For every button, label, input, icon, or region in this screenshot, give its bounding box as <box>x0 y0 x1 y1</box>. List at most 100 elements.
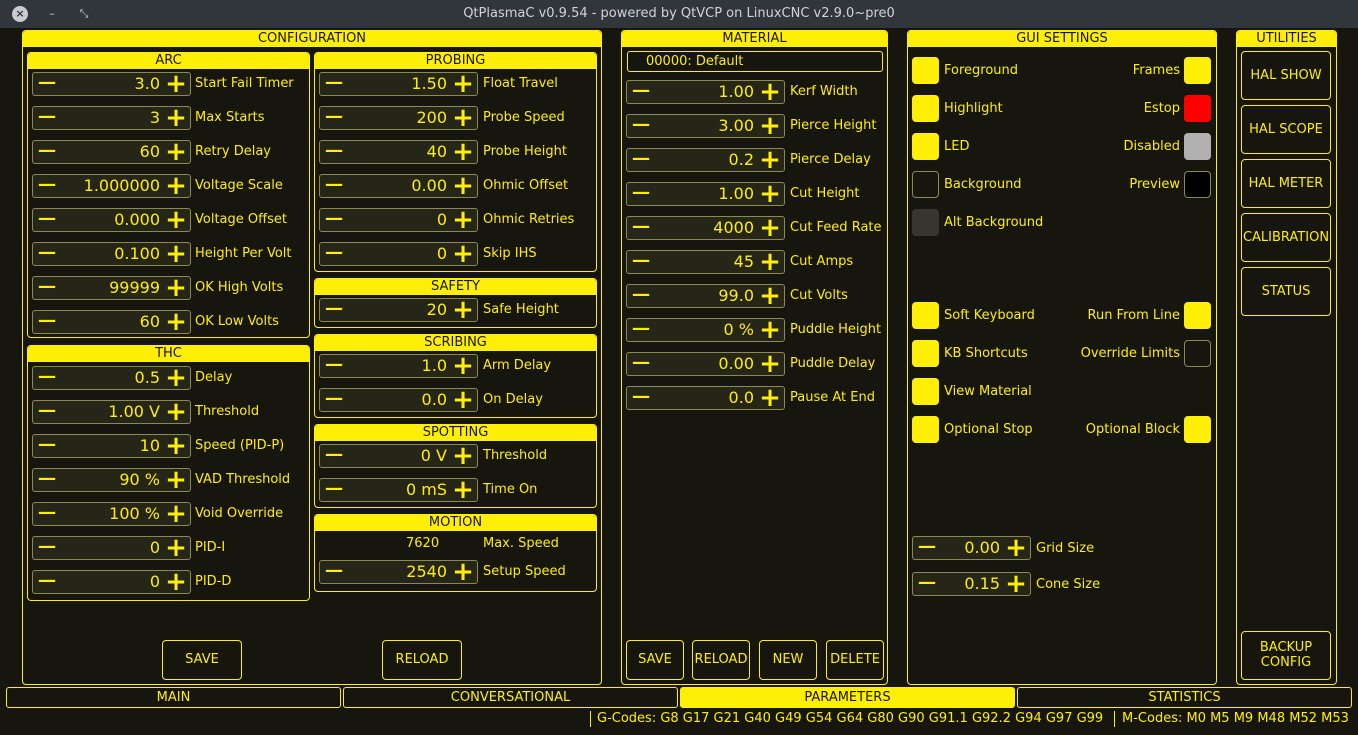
on-delay-spinbox[interactable]: −0.0 + <box>319 386 478 413</box>
minus-icon[interactable]: − <box>913 570 941 596</box>
speed-pid-p-spinbox[interactable]: −10 + <box>32 432 191 459</box>
kerf-width-value[interactable]: 1.00 <box>655 81 754 103</box>
plus-icon[interactable]: + <box>449 297 477 323</box>
ok-high-volts-spinbox[interactable]: −99999 + <box>32 274 191 301</box>
pause-at-end-spinbox[interactable]: −0.0 + <box>626 384 785 411</box>
alt-background-color-button[interactable] <box>912 209 939 236</box>
minus-icon[interactable]: − <box>33 206 61 232</box>
plus-icon[interactable]: + <box>162 467 190 493</box>
material-save-button[interactable]: SAVE <box>626 640 684 680</box>
estop-color-button[interactable] <box>1184 95 1211 122</box>
tab-conversational[interactable]: CONVERSATIONAL <box>343 687 678 708</box>
minus-icon[interactable]: − <box>320 476 348 502</box>
plus-icon[interactable]: + <box>449 173 477 199</box>
kb-shortcuts-checkbox[interactable] <box>912 340 939 367</box>
minus-icon[interactable]: − <box>320 352 348 378</box>
minus-icon[interactable]: − <box>913 534 941 560</box>
vad-threshold-spinbox[interactable]: −90 % + <box>32 466 191 493</box>
start-fail-timer-spinbox[interactable]: −3.0 + <box>32 70 191 97</box>
ok-low-volts-spinbox[interactable]: −60 + <box>32 308 191 335</box>
plus-icon[interactable]: + <box>756 215 784 241</box>
void-override-spinbox[interactable]: −100 % + <box>32 500 191 527</box>
retry-delay-value[interactable]: 60 <box>61 141 160 163</box>
cut-volts-value[interactable]: 99.0 <box>655 285 754 307</box>
hal-show-button[interactable]: HAL SHOW <box>1241 51 1331 100</box>
minus-icon[interactable]: − <box>627 78 655 104</box>
plus-icon[interactable]: + <box>756 249 784 275</box>
plus-icon[interactable]: + <box>162 207 190 233</box>
preview-color-button[interactable] <box>1184 171 1211 198</box>
threshold-spinbox[interactable]: −1.00 V + <box>32 398 191 425</box>
minus-icon[interactable]: − <box>627 350 655 376</box>
plus-icon[interactable]: + <box>162 173 190 199</box>
plus-icon[interactable]: + <box>449 477 477 503</box>
height-per-volt-value[interactable]: 0.100 <box>61 243 160 265</box>
skip-ihs-spinbox[interactable]: −0 + <box>319 240 478 267</box>
arm-delay-spinbox[interactable]: −1.0 + <box>319 352 478 379</box>
minus-icon[interactable]: − <box>627 282 655 308</box>
minus-icon[interactable]: − <box>33 70 61 96</box>
plus-icon[interactable]: + <box>162 139 190 165</box>
max-starts-value[interactable]: 3 <box>61 107 160 129</box>
pierce-height-spinbox[interactable]: −3.00 + <box>626 112 785 139</box>
minus-icon[interactable]: − <box>33 172 61 198</box>
plus-icon[interactable]: + <box>162 309 190 335</box>
pid-i-value[interactable]: 0 <box>61 537 160 559</box>
arm-delay-value[interactable]: 1.0 <box>348 355 447 377</box>
plus-icon[interactable]: + <box>756 283 784 309</box>
cut-feed-rate-value[interactable]: 4000 <box>655 217 754 239</box>
plus-icon[interactable]: + <box>756 385 784 411</box>
minus-icon[interactable]: − <box>627 214 655 240</box>
minus-icon[interactable]: − <box>320 442 348 468</box>
minus-icon[interactable]: − <box>320 386 348 412</box>
minus-icon[interactable]: − <box>320 138 348 164</box>
pause-at-end-value[interactable]: 0.0 <box>655 387 754 409</box>
plus-icon[interactable]: + <box>162 241 190 267</box>
plus-icon[interactable]: + <box>1002 571 1030 597</box>
config-reload-button[interactable]: RELOAD <box>382 640 462 680</box>
material-new-button[interactable]: NEW <box>759 640 817 680</box>
vad-threshold-value[interactable]: 90 % <box>61 469 160 491</box>
plus-icon[interactable]: + <box>449 207 477 233</box>
float-travel-value[interactable]: 1.50 <box>348 73 447 95</box>
speed-pid-p-value[interactable]: 10 <box>61 435 160 457</box>
voltage-scale-spinbox[interactable]: −1.000000 + <box>32 172 191 199</box>
cut-amps-spinbox[interactable]: −45 + <box>626 248 785 275</box>
probe-height-spinbox[interactable]: −40 + <box>319 138 478 165</box>
plus-icon[interactable]: + <box>162 399 190 425</box>
max-starts-spinbox[interactable]: −3 + <box>32 104 191 131</box>
float-travel-spinbox[interactable]: −1.50 + <box>319 70 478 97</box>
plus-icon[interactable]: + <box>162 275 190 301</box>
tab-main[interactable]: MAIN <box>6 687 341 708</box>
grid-size-value[interactable]: 0.00 <box>941 537 1000 559</box>
cut-feed-rate-spinbox[interactable]: −4000 + <box>626 214 785 241</box>
threshold-value[interactable]: 1.00 V <box>61 401 160 423</box>
minus-icon[interactable]: − <box>33 104 61 130</box>
retry-delay-spinbox[interactable]: −60 + <box>32 138 191 165</box>
material-reload-button[interactable]: RELOAD <box>692 640 750 680</box>
probe-speed-value[interactable]: 200 <box>348 107 447 129</box>
delay-value[interactable]: 0.5 <box>61 367 160 389</box>
hal-meter-button[interactable]: HAL METER <box>1241 159 1331 208</box>
on-delay-value[interactable]: 0.0 <box>348 389 447 411</box>
plus-icon[interactable]: + <box>756 113 784 139</box>
ok-low-volts-value[interactable]: 60 <box>61 311 160 333</box>
ohmic-offset-value[interactable]: 0.00 <box>348 175 447 197</box>
foreground-color-button[interactable] <box>912 57 939 84</box>
minus-icon[interactable]: − <box>320 240 348 266</box>
minus-icon[interactable]: − <box>320 104 348 130</box>
hal-scope-button[interactable]: HAL SCOPE <box>1241 105 1331 154</box>
skip-ihs-value[interactable]: 0 <box>348 243 447 265</box>
minus-icon[interactable]: − <box>627 146 655 172</box>
disabled-color-button[interactable] <box>1184 133 1211 160</box>
voltage-offset-spinbox[interactable]: −0.000 + <box>32 206 191 233</box>
delay-spinbox[interactable]: −0.5 + <box>32 364 191 391</box>
minus-icon[interactable]: − <box>627 180 655 206</box>
grid-size-spinbox[interactable]: −0.00 + <box>912 534 1031 561</box>
cone-size-value[interactable]: 0.15 <box>941 573 1000 595</box>
plus-icon[interactable]: + <box>449 559 477 585</box>
minus-icon[interactable]: − <box>320 70 348 96</box>
minus-icon[interactable]: − <box>33 308 61 334</box>
plus-icon[interactable]: + <box>449 241 477 267</box>
highlight-color-button[interactable] <box>912 95 939 122</box>
